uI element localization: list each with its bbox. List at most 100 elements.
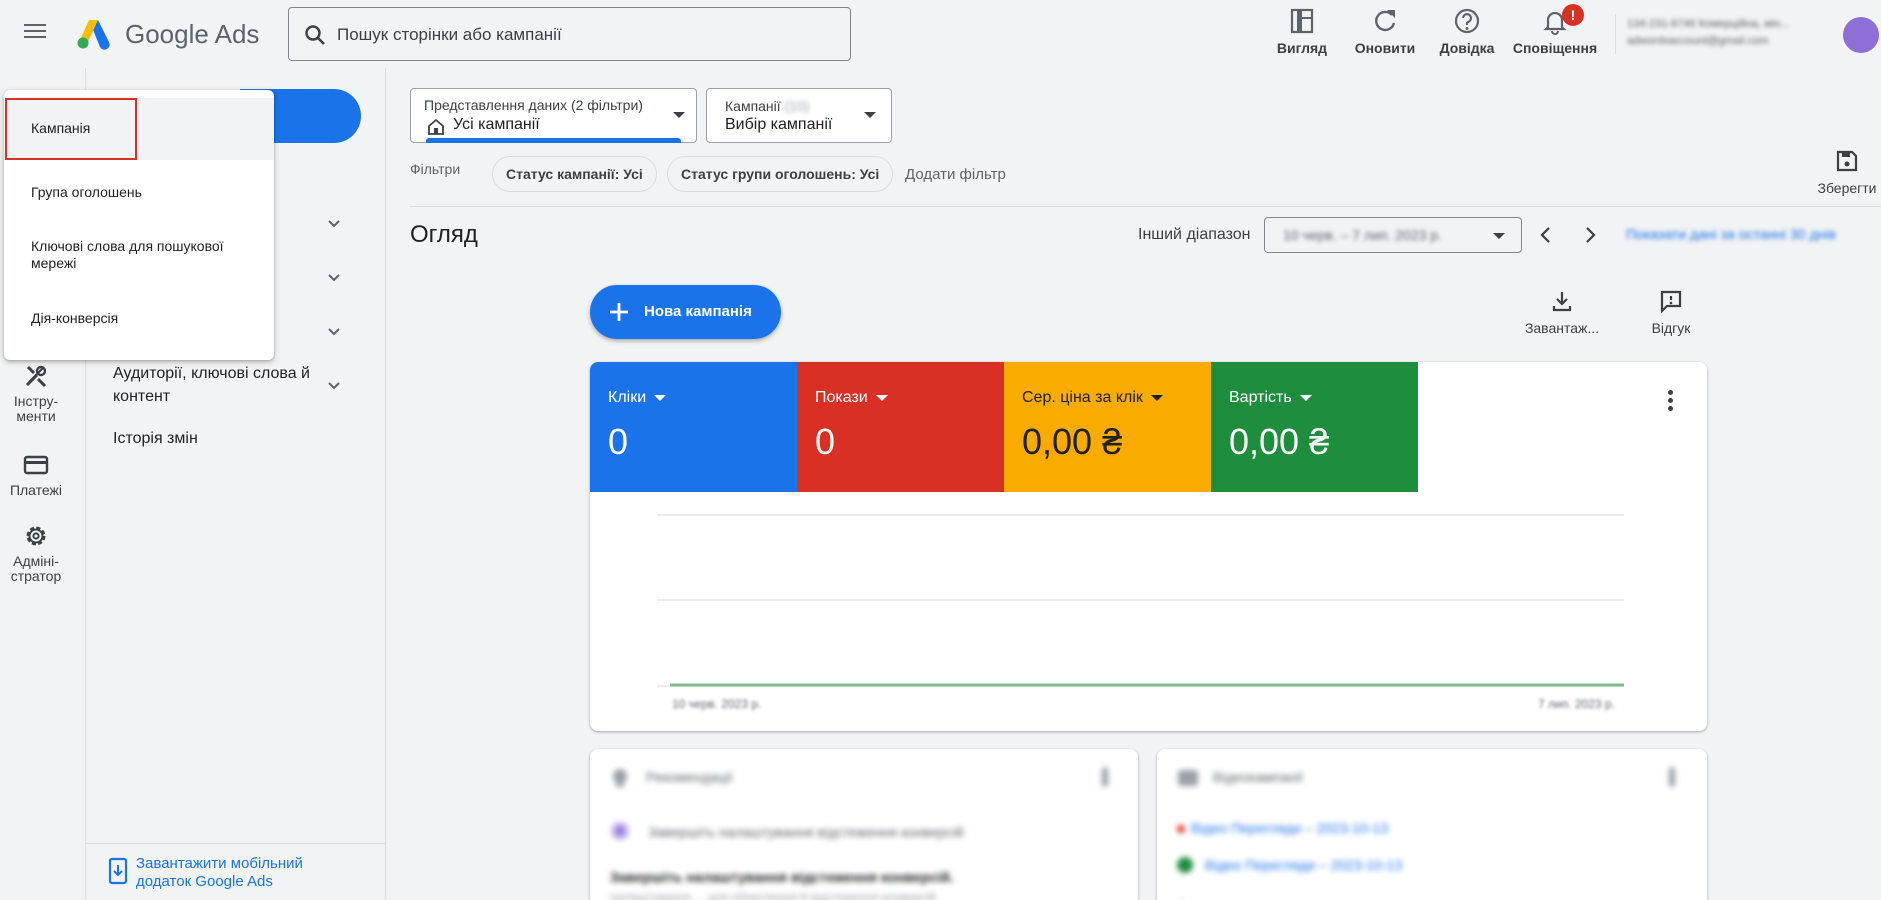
caret-down-icon <box>1299 394 1312 401</box>
chevron-down-icon[interactable] <box>324 268 344 288</box>
metric-impressions-value: 0 <box>815 421 836 462</box>
account-id: 134-231-8746 Комерційна, мін... <box>1627 18 1790 30</box>
metric-cost-value: 0,00 ₴ <box>1229 421 1330 462</box>
selection-highlight-box <box>5 98 137 160</box>
chevron-down-icon[interactable] <box>324 376 344 396</box>
view-label: Вигляд <box>1276 40 1328 56</box>
metric-name: Вартість <box>1229 389 1312 407</box>
search-input[interactable] <box>337 23 837 47</box>
campaign-selector[interactable]: Кампанії (10) Вибір кампанії <box>706 88 892 143</box>
rail-tools-label: Інстру- менти <box>13 393 59 424</box>
metric-avg-cpc[interactable]: Сер. ціна за клік 0,00 ₴ <box>1004 362 1211 492</box>
search-box[interactable] <box>288 7 851 61</box>
metric-cost[interactable]: Вартість 0,00 ₴ <box>1211 362 1418 492</box>
caret-down-icon <box>654 394 667 401</box>
view-button[interactable]: Вигляд <box>1257 4 1347 60</box>
filter-chip-adgroup-status[interactable]: Статус групи оголошень: Усі <box>667 156 894 192</box>
metric-impressions-name: Покази <box>815 389 868 406</box>
date-range-picker[interactable]: 10 черв. – 7 лип. 2023 р. <box>1264 217 1522 253</box>
notifications-label: Сповіщення <box>1512 40 1598 56</box>
campaign-count: (10) <box>784 98 810 114</box>
chevron-down-icon[interactable] <box>324 322 344 342</box>
refresh-button[interactable]: Оновити <box>1340 4 1430 60</box>
metric-clicks-name: Кліки <box>608 389 647 406</box>
dropdown-item-ad-group[interactable]: Група оголошень <box>4 184 274 201</box>
filters-label: Фільтри <box>410 161 461 177</box>
avatar[interactable] <box>1843 17 1879 53</box>
gear-icon <box>26 526 46 546</box>
data-view-underline <box>426 138 681 143</box>
nav-item-audiences[interactable]: Аудиторії, ключові слова й контент <box>113 362 333 408</box>
notifications-button[interactable]: ! Сповіщення <box>1510 4 1600 60</box>
create-dropdown-menu: Кампанія Група оголошень Ключові слова д… <box>4 90 274 360</box>
save-button[interactable]: Зберегти <box>1812 148 1881 196</box>
more-options-icon[interactable] <box>1669 767 1675 787</box>
feedback-label: Відгук <box>1651 320 1691 336</box>
header-divider <box>1615 14 1616 54</box>
nav-item-change-history[interactable]: Історія змін <box>113 427 198 450</box>
top-app-bar: Google Ads Вигляд Оновити Довідка <box>0 0 1881 68</box>
search-icon <box>305 25 325 45</box>
main-menu-button[interactable] <box>18 20 52 48</box>
download-label: Завантаж... <box>1524 320 1600 336</box>
campaign-selector-label: Кампанії (10) <box>725 98 809 114</box>
rail-payments-label: Платежі <box>9 482 63 498</box>
chevron-left-icon[interactable] <box>1533 222 1559 248</box>
metric-name: Кліки <box>608 389 667 407</box>
refresh-icon <box>1375 10 1396 32</box>
add-filter-link[interactable]: Додати фільтр <box>905 166 1006 183</box>
dropdown-item-search-keywords[interactable]: Ключові слова для пошукової мережі <box>4 238 254 272</box>
performance-chart-card: Кліки 0 Покази 0 Сер. ціна за клік 0,00 … <box>590 362 1707 731</box>
video-icon <box>1178 770 1198 786</box>
recommendations-card: Рекомендації Завершіть налаштування відс… <box>590 749 1138 900</box>
compare-period-link[interactable]: Показати дані за останні 30 днів <box>1626 226 1836 242</box>
account-info[interactable]: 134-231-8746 Комерційна, мін... adwordsa… <box>1627 16 1827 56</box>
help-button[interactable]: Довідка <box>1422 4 1512 60</box>
help-icon <box>1454 8 1480 34</box>
metric-name: Покази <box>815 389 888 407</box>
recommendation-heading: Завершіть налаштування відстеження конве… <box>648 824 964 840</box>
metric-impressions[interactable]: Покази 0 <box>797 362 1004 492</box>
more-options-icon[interactable] <box>1660 390 1680 416</box>
download-button[interactable]: Завантаж... <box>1517 288 1607 336</box>
account-email: adwordsaccount@gmail.com <box>1627 35 1769 47</box>
data-view-selector[interactable]: Представлення даних (2 фільтри) Усі камп… <box>410 88 697 143</box>
recommendation-desc: налаштування ... для обчислення й відсте… <box>610 890 936 900</box>
dropdown-item-conversion-action[interactable]: Дія-конверсія <box>4 310 274 327</box>
status-dot <box>1177 825 1185 833</box>
filter-chip-campaign-status[interactable]: Статус кампанії: Усі <box>492 156 657 192</box>
new-campaign-label: Нова кампанія <box>644 303 752 320</box>
axis-start-label: 10 черв. 2023 р. <box>672 697 762 711</box>
recommendations-title: Рекомендації <box>646 769 733 785</box>
chevron-down-icon[interactable] <box>324 214 344 234</box>
axis-end-label: 7 лип. 2023 р. <box>1538 697 1615 711</box>
download-icon <box>1552 292 1572 312</box>
save-label: Зберегти <box>1817 180 1877 196</box>
new-campaign-button[interactable]: Нова кампанія <box>590 285 781 339</box>
caret-down-icon <box>673 112 685 118</box>
metric-cost-name: Вартість <box>1229 389 1292 406</box>
campaign-selector-value: Вибір кампанії <box>725 116 833 133</box>
rail-item-admin[interactable]: Адміні- стратор <box>0 522 72 584</box>
rail-item-tools[interactable]: Інстру- менти <box>0 362 72 424</box>
feedback-button[interactable]: Відгук <box>1626 288 1716 336</box>
view-columns-icon <box>1290 8 1314 34</box>
metric-clicks[interactable]: Кліки 0 <box>590 362 797 492</box>
caret-down-icon <box>864 112 876 118</box>
chevron-right-icon[interactable] <box>1577 222 1603 248</box>
more-options-icon[interactable] <box>1102 767 1108 787</box>
campaign-link[interactable]: Відео Перегляди – 2023-10-13 <box>1205 857 1402 873</box>
metric-avg-cpc-name: Сер. ціна за клік <box>1022 389 1143 406</box>
performance-chart <box>657 514 1624 687</box>
caret-down-icon <box>875 394 888 401</box>
data-view-label: Представлення даних (2 фільтри) <box>424 97 643 113</box>
recommendation-title: Завершіть налаштування відстеження конве… <box>610 869 954 885</box>
campaign-link[interactable]: Відео Перегляди – 2023-10-13 <box>1191 820 1388 836</box>
help-label: Довідка <box>1439 40 1495 56</box>
campaign-selector-label-text: Кампанії <box>725 98 781 114</box>
feedback-icon <box>1660 290 1682 314</box>
mobile-app-link-text: Завантажити мобільний додаток Google Ads <box>136 855 303 890</box>
rail-item-payments[interactable]: Платежі <box>0 451 72 498</box>
divider <box>410 206 1881 207</box>
metric-avg-cpc-value: 0,00 ₴ <box>1022 421 1123 462</box>
